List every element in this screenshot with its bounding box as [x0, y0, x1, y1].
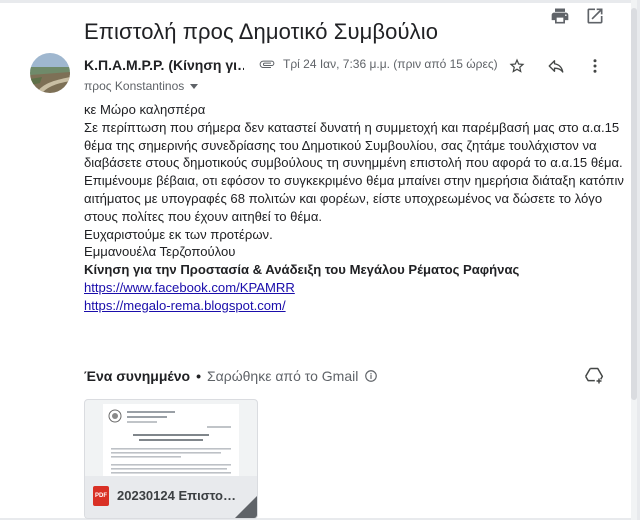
body-line: κε Μώρο καλησπέρα — [84, 102, 206, 117]
body-line: Σε περίπτωση που σήμερα δεν καταστεί δυν… — [84, 119, 620, 135]
recipient-label: προς Konstantinos — [84, 79, 185, 93]
scrollbar-thumb[interactable] — [631, 8, 637, 400]
chevron-down-icon[interactable] — [190, 83, 199, 89]
attachments-header: Ένα συνημμένο • Σαρώθηκε από το Gmail — [84, 368, 378, 384]
add-to-drive-icon[interactable] — [584, 366, 604, 386]
body-line: Επιμένουμε βέβαια, οτι εφόσον το συγκεκρ… — [84, 173, 624, 189]
body-line: Εμμανουέλα Τερζοπούλου — [84, 244, 236, 260]
sender-name[interactable]: Κ.Π.Α.Μ.Ρ.Ρ. (Κίνηση γι… — [84, 57, 244, 73]
print-icon[interactable] — [550, 6, 570, 26]
body-line: Ευχαριστούμε εκ των προτέρων. — [84, 226, 273, 242]
sender-avatar[interactable] — [30, 53, 70, 93]
scan-note: Σαρώθηκε από το Gmail — [206, 368, 359, 384]
attachment-file-name: 20230124 Επιστο… — [117, 488, 236, 503]
email-subject: Επιστολή προς Δημοτικό Συμβούλιο — [84, 18, 439, 44]
message-body: κε Μώρο καλησπέρα Σε περίπτωση που σήμερ… — [84, 101, 624, 315]
attachments-separator: • — [196, 368, 201, 384]
attachment-card[interactable]: PDF 20230124 Επιστο… — [84, 399, 258, 519]
signature-organization: Κίνηση για την Προστασία & Ανάδειξη του … — [84, 262, 520, 278]
avatar-landscape-image — [30, 53, 70, 93]
attachments-count: Ένα συνημμένο — [84, 368, 191, 384]
open-in-new-icon[interactable] — [585, 6, 605, 26]
reply-icon[interactable] — [547, 57, 565, 75]
info-icon[interactable] — [364, 369, 378, 383]
pdf-icon: PDF — [93, 486, 109, 506]
body-line: στους πολίτες που έχουν αιτηθεί το θέμα. — [84, 208, 323, 224]
page-fold-icon — [235, 496, 257, 518]
facebook-link[interactable]: https://www.facebook.com/KPAMRR — [84, 280, 295, 295]
blog-link[interactable]: https://megalo-rema.blogspot.com/ — [84, 298, 286, 313]
more-vert-icon[interactable] — [586, 57, 604, 75]
attachment-footer: PDF 20230124 Επιστο… — [85, 476, 257, 518]
message-datetime: Τρί 24 Ιαν, 7:36 μ.μ. (πριν από 15 ώρες) — [283, 57, 498, 71]
window-frame-top — [0, 0, 640, 3]
body-line: διαβάσετε στους δημοτικούς συμβούλους τη… — [84, 155, 623, 171]
recipient-details-toggle[interactable]: προς Konstantinos — [84, 79, 199, 93]
star-icon[interactable] — [508, 57, 526, 75]
paperclip-icon — [259, 60, 275, 68]
body-line: αιτήματος με υπογραφές 68 πολιτών και φο… — [84, 190, 603, 206]
body-line: θέμα της σημερινής συνεδρίασης του Δημοτ… — [84, 137, 597, 153]
